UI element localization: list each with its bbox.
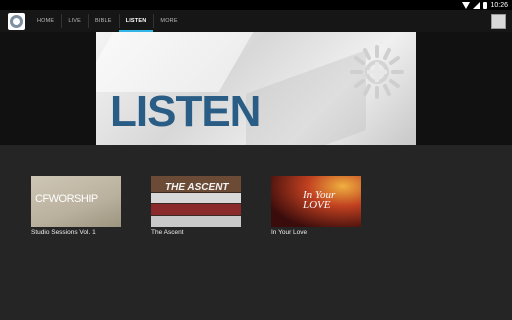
top-nav-bar: HOME LIVE BIBLE LISTEN MORE: [0, 10, 512, 32]
album-cover-text: In Your LOVE: [303, 189, 336, 212]
album-title: The Ascent: [151, 229, 184, 236]
tab-live[interactable]: LIVE: [61, 10, 88, 32]
album-cover-text: CFWORSHIP: [35, 193, 98, 205]
signal-icon: [473, 1, 481, 9]
tab-bible[interactable]: BIBLE: [88, 10, 119, 32]
album-cover[interactable]: CFWORSHIP: [31, 176, 121, 227]
album-cover[interactable]: In Your LOVE: [271, 176, 361, 227]
album-card[interactable]: THE ASCENT The Ascent: [151, 176, 241, 236]
status-icons: 10:26: [462, 0, 508, 10]
album-cover[interactable]: THE ASCENT: [151, 176, 241, 227]
status-bar: 10:26: [0, 0, 512, 10]
nav-tabs: HOME LIVE BIBLE LISTEN MORE: [30, 10, 185, 32]
album-grid: CFWORSHIP Studio Sessions Vol. 1 THE ASC…: [0, 145, 512, 320]
hero-title: LISTEN: [110, 87, 261, 136]
status-time: 10:26: [490, 1, 508, 9]
tab-more[interactable]: MORE: [153, 10, 184, 32]
album-card[interactable]: In Your LOVE In Your Love: [271, 176, 361, 236]
album-title: Studio Sessions Vol. 1: [31, 229, 96, 236]
album-cover-text: THE ASCENT: [165, 182, 229, 193]
tab-home[interactable]: HOME: [30, 10, 61, 32]
wifi-icon: [462, 1, 471, 9]
album-title: In Your Love: [271, 229, 308, 236]
app-logo-icon[interactable]: [8, 13, 25, 30]
profile-thumbnail-icon[interactable]: [491, 14, 506, 29]
church-emblem-icon: [350, 45, 404, 99]
tab-listen[interactable]: LISTEN: [118, 10, 154, 32]
battery-icon: [483, 1, 488, 9]
hero-banner: LISTEN: [96, 32, 416, 145]
album-card[interactable]: CFWORSHIP Studio Sessions Vol. 1: [31, 176, 121, 236]
